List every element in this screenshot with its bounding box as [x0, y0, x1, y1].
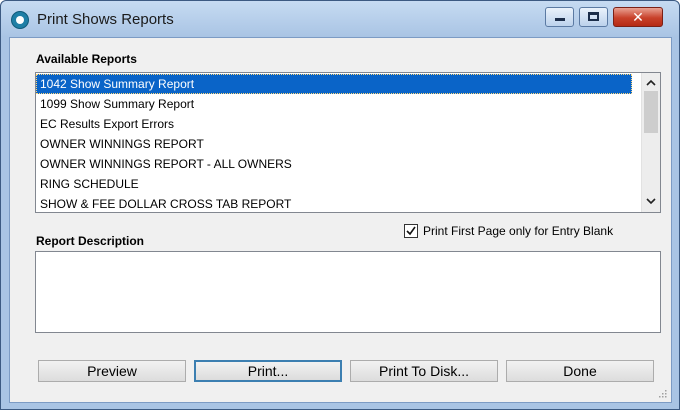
list-item[interactable]: 1042 Show Summary Report	[36, 74, 632, 94]
list-item[interactable]: RING SCHEDULE	[36, 174, 632, 194]
available-reports-list[interactable]: 1042 Show Summary Report 1099 Show Summa…	[35, 72, 661, 213]
close-button[interactable]: ✕	[613, 7, 663, 27]
print-to-disk-button[interactable]: Print To Disk...	[350, 360, 498, 382]
maximize-button[interactable]	[579, 7, 608, 27]
report-description-box[interactable]	[35, 251, 661, 333]
title-bar[interactable]: Print Shows Reports ✕	[1, 1, 679, 37]
list-item[interactable]: OWNER WINNINGS REPORT	[36, 134, 632, 154]
list-item[interactable]: 1099 Show Summary Report	[36, 94, 632, 114]
list-scrollbar[interactable]	[641, 73, 660, 212]
window-title: Print Shows Reports	[37, 11, 174, 28]
report-description-label: Report Description	[36, 234, 145, 248]
available-reports-label: Available Reports	[36, 52, 137, 66]
print-button[interactable]: Print...	[194, 360, 342, 382]
dialog-body: Available Reports 1042 Show Summary Repo…	[9, 37, 672, 403]
done-button[interactable]: Done	[506, 360, 654, 382]
print-first-page-label: Print First Page only for Entry Blank	[423, 224, 614, 238]
minimize-button[interactable]	[545, 7, 574, 27]
list-item[interactable]: OWNER WINNINGS REPORT - ALL OWNERS	[36, 154, 632, 174]
checkmark-icon	[406, 226, 416, 236]
resize-grip-icon[interactable]	[657, 388, 667, 398]
print-shows-reports-window: Print Shows Reports ✕ Available Reports …	[0, 0, 680, 410]
list-item[interactable]: EC Results Export Errors	[36, 114, 632, 134]
list-item[interactable]: SHOW & FEE DOLLAR CROSS TAB REPORT	[36, 194, 632, 212]
print-first-page-checkbox[interactable]	[404, 224, 418, 238]
close-icon: ✕	[632, 9, 644, 25]
preview-button[interactable]: Preview	[38, 360, 186, 382]
app-logo-icon	[11, 11, 29, 29]
minimize-icon	[555, 18, 565, 21]
chevron-down-icon[interactable]	[642, 193, 660, 211]
maximize-icon	[588, 12, 599, 21]
scroll-thumb[interactable]	[644, 91, 658, 133]
